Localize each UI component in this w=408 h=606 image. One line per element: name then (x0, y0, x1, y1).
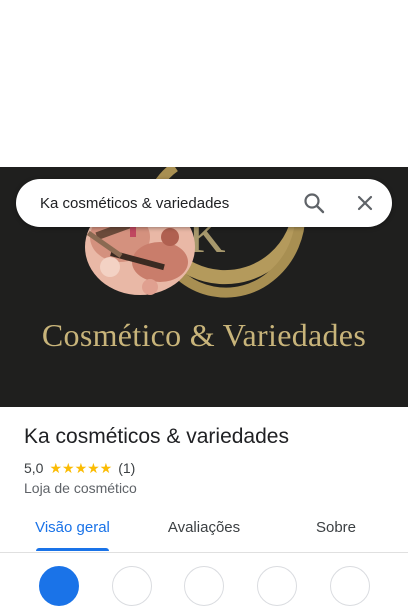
start-button[interactable] (112, 566, 152, 606)
place-category[interactable]: Loja de cosmético (24, 480, 137, 496)
star-rating-icon: ★★★★★ (49, 459, 113, 476)
logo-text: Cosmético & Variedades (41, 317, 367, 353)
tab-about[interactable]: Sobre (300, 506, 372, 552)
rating-row[interactable]: 5,0 ★★★★★ (1) (24, 459, 135, 477)
search-input[interactable] (40, 179, 290, 227)
save-button[interactable] (257, 566, 297, 606)
directions-button[interactable] (39, 566, 79, 606)
search-icon[interactable] (302, 191, 326, 215)
call-button[interactable] (184, 566, 224, 606)
tab-overview[interactable]: Visão geral (24, 506, 121, 552)
place-title: Ka cosméticos & variedades (24, 425, 289, 448)
review-count[interactable]: (1) (118, 460, 135, 476)
close-icon[interactable] (353, 191, 377, 215)
search-bar (16, 179, 392, 227)
tab-bar: Visão geral Avaliações Sobre (0, 506, 408, 553)
tab-reviews[interactable]: Avaliações (156, 506, 252, 552)
rating-value: 5,0 (24, 460, 44, 476)
active-tab-indicator (36, 548, 109, 551)
share-button[interactable] (330, 566, 370, 606)
